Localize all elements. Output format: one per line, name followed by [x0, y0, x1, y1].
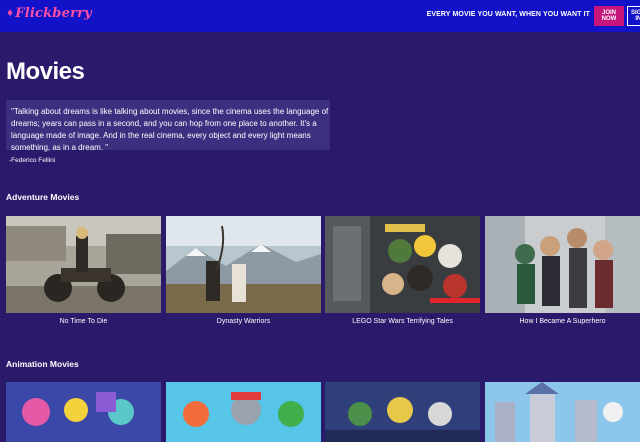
mountain-poster-icon[interactable]: [166, 216, 321, 313]
sign-in-button[interactable]: SIGN IN: [627, 6, 640, 26]
animation-poster-2-icon[interactable]: [166, 382, 321, 442]
logo-text: Flickberry: [15, 6, 92, 21]
section-heading-animation: Animation Movies: [6, 359, 79, 369]
header-tagline: EVERY MOVIE YOU WANT, WHEN YOU WANT IT: [426, 11, 590, 18]
animation-poster-4-icon[interactable]: [485, 382, 640, 442]
lego-poster-icon[interactable]: [325, 216, 480, 313]
section-heading-adventure: Adventure Movies: [6, 192, 80, 202]
top-navigation-bar: ♦Flickberry EVERY MOVIE YOU WANT, WHEN Y…: [0, 0, 640, 32]
quote-box: "Talking about dreams is like talking ab…: [6, 100, 330, 152]
motorcycle-poster-icon[interactable]: [6, 216, 161, 313]
movie-title[interactable]: No Time To Die: [6, 318, 161, 325]
movie-title[interactable]: LEGO Star Wars Terrifying Tales: [325, 318, 480, 325]
join-now-button[interactable]: JOIN NOW: [594, 6, 624, 26]
animation-poster-1-icon[interactable]: [6, 382, 161, 442]
quote-text: "Talking about dreams is like talking ab…: [11, 107, 329, 152]
superhero-poster-icon[interactable]: [485, 216, 640, 313]
quote-author: -Federico Fellini: [9, 157, 56, 164]
movie-title[interactable]: Dynasty Warriors: [166, 318, 321, 325]
brand-logo[interactable]: ♦Flickberry: [6, 6, 92, 21]
animation-poster-3-icon[interactable]: [325, 382, 480, 442]
page-title: Movies: [6, 58, 85, 85]
movie-title[interactable]: How I Became A Superhero: [485, 318, 640, 325]
